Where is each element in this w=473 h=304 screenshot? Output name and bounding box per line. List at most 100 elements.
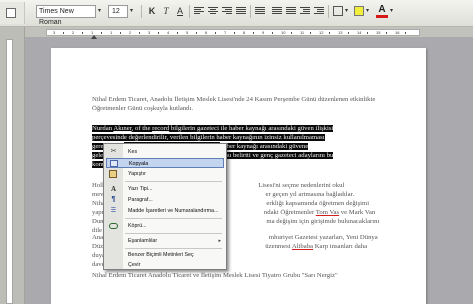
menu-item-select-similar-formatting[interactable]: Benzer Biçimli Metinleri Seç <box>106 250 224 260</box>
ruler-tick <box>101 32 102 34</box>
paragraph-icon: ¶ <box>111 196 116 203</box>
menu-item-label: Paragraf... <box>128 197 153 203</box>
numbering-icon[interactable] <box>272 7 282 15</box>
size-dropdown-arrow-icon[interactable]: ▾ <box>130 5 137 18</box>
ruler-tick <box>329 32 330 34</box>
highlight-dropdown-arrow-icon[interactable]: ▾ <box>366 5 373 18</box>
ruler-number: 1 <box>110 30 113 35</box>
ruler-number: 15 <box>376 30 381 35</box>
align-right-icon[interactable] <box>222 7 232 15</box>
menu-item-font[interactable]: A Yazı Tipi... <box>106 184 224 194</box>
text-run: Lisesi'ni seçme nedenlerini okul <box>258 182 345 189</box>
ruler-number: 12 <box>319 30 324 35</box>
word-window: Times New Roman ▾ 12 ▾ K T A ▾ ▾ A ▾ 321… <box>0 0 473 304</box>
ruler-tick <box>177 32 178 34</box>
underline-button[interactable]: A <box>174 5 186 17</box>
ruler-tick <box>405 32 406 34</box>
submenu-arrow-icon: ▸ <box>218 238 221 244</box>
text-run: record <box>152 125 170 132</box>
text-run: ndaki Öğretmenler <box>263 209 316 216</box>
text-run: , of the <box>131 125 153 132</box>
ruler-number: 11 <box>300 30 305 35</box>
text-run: er geçen yıl artmasına bağladılar. <box>265 191 355 198</box>
paragraph-1: Nihal Erdem Ticaret, Anadolu İletişim Me… <box>92 96 376 112</box>
menu-separator <box>125 248 222 249</box>
decrease-indent-icon[interactable] <box>300 7 310 15</box>
paragraph-5: Nihal Erdem Ticaret Anadolu Ticaret ve İ… <box>92 272 338 279</box>
menu-separator <box>125 233 222 234</box>
menu-item-translate[interactable]: Çevir <box>106 260 224 270</box>
ruler-tick <box>386 32 387 34</box>
scissors-icon: ✂ <box>110 148 117 155</box>
align-left-icon[interactable] <box>194 7 204 15</box>
bold-button[interactable]: K <box>146 5 158 17</box>
menu-item-paste[interactable]: Yapıştır <box>106 169 224 179</box>
highlight-icon[interactable] <box>354 6 364 16</box>
text-run: Akıner <box>113 125 132 132</box>
formatting-toolbar: Times New Roman ▾ 12 ▾ K T A ▾ ▾ A ▾ <box>0 0 473 27</box>
ruler-tick <box>63 32 64 34</box>
ruler-tick <box>120 32 121 34</box>
ruler-tick <box>196 32 197 34</box>
menu-item-synonyms[interactable]: Eşanlamlılar ▸ <box>106 236 224 246</box>
ruler-number: 8 <box>243 30 246 35</box>
ruler-number: 3 <box>53 30 56 35</box>
menu-item-label: Çevir <box>128 262 141 268</box>
align-center-icon[interactable] <box>208 7 218 15</box>
ruler-number: 6 <box>205 30 208 35</box>
menu-item-label: Köprü... <box>128 223 147 229</box>
justify-icon[interactable] <box>236 7 246 15</box>
font-color-button[interactable]: A <box>376 4 388 18</box>
increase-indent-icon[interactable] <box>314 7 324 15</box>
text-run: mhuriyet Gazetesi yazarları, Yeni Dünya <box>268 234 378 241</box>
text-run: nu belirtti ve genç gazeteci adaylarını … <box>224 152 334 159</box>
copy-icon <box>110 160 118 167</box>
text-run: erkliği kapsamında öğretmen değişimi <box>266 200 370 207</box>
bullets-icon[interactable] <box>286 7 296 15</box>
menu-item-cut[interactable]: ✂ Kes <box>106 147 224 157</box>
border-dropdown-arrow-icon[interactable]: ▾ <box>345 5 352 18</box>
text-run: Nurdan <box>92 125 114 132</box>
text-run: üzenmesi <box>265 243 292 250</box>
vertical-ruler-bar <box>0 27 25 304</box>
italic-button[interactable]: T <box>160 5 172 17</box>
ruler-number: 9 <box>262 30 265 35</box>
toolbar-separator <box>328 5 329 18</box>
styles-pane-button[interactable] <box>0 2 25 24</box>
ruler-number: 2 <box>129 30 132 35</box>
menu-item-copy[interactable]: Kopyala <box>106 158 224 168</box>
menu-item-hyperlink[interactable]: Köprü... <box>106 221 224 231</box>
ruler-tick <box>234 32 235 34</box>
context-menu: ✂ Kes Kopyala Yapıştır A Yazı Tipi... ¶ … <box>103 143 227 270</box>
ruler-tick <box>253 32 254 34</box>
menu-item-label: Kopyala <box>129 161 149 167</box>
paste-icon <box>109 170 117 178</box>
menu-item-label: Benzer Biçimli Metinleri Seç <box>128 252 194 258</box>
styles-icon <box>6 8 16 18</box>
toolbar-separator <box>189 5 190 18</box>
text-run: perçevesinde değerlendirilir, verilen bi… <box>92 134 325 141</box>
border-icon[interactable] <box>333 6 343 16</box>
font-name-dropdown[interactable]: Times New Roman <box>36 5 96 26</box>
menu-item-bullets-numbering[interactable]: ☰ Madde İşaretleri ve Numaralandırma... <box>106 206 224 216</box>
toolbar-separator <box>141 5 142 18</box>
ruler-number: 2 <box>72 30 75 35</box>
font-size-dropdown[interactable]: 12 <box>108 5 128 18</box>
font-dropdown-arrow-icon[interactable]: ▾ <box>98 5 105 18</box>
text-run: Alibaba <box>291 243 314 250</box>
menu-item-paragraph[interactable]: ¶ Paragraf... <box>106 195 224 205</box>
horizontal-ruler[interactable]: 3 2 1 1 2 3 4 5 6 7 8 9 10 11 12 13 14 15 16 <box>46 29 420 39</box>
font-color-dropdown-arrow-icon[interactable]: ▾ <box>390 5 397 18</box>
text-run: haber kaynağı arasındaki güvene <box>220 143 309 150</box>
ruler-tick <box>215 32 216 34</box>
ruler-number: 16 <box>395 30 400 35</box>
bullets-icon: ☰ <box>110 208 117 214</box>
ruler-tick <box>348 32 349 34</box>
hyperlink-icon <box>109 223 118 229</box>
line-spacing-icon[interactable] <box>255 7 265 15</box>
menu-separator <box>125 218 222 219</box>
ruler-number: 7 <box>224 30 227 35</box>
ruler-tick <box>158 32 159 34</box>
vertical-ruler <box>6 39 13 304</box>
ruler-number: 10 <box>281 30 286 35</box>
